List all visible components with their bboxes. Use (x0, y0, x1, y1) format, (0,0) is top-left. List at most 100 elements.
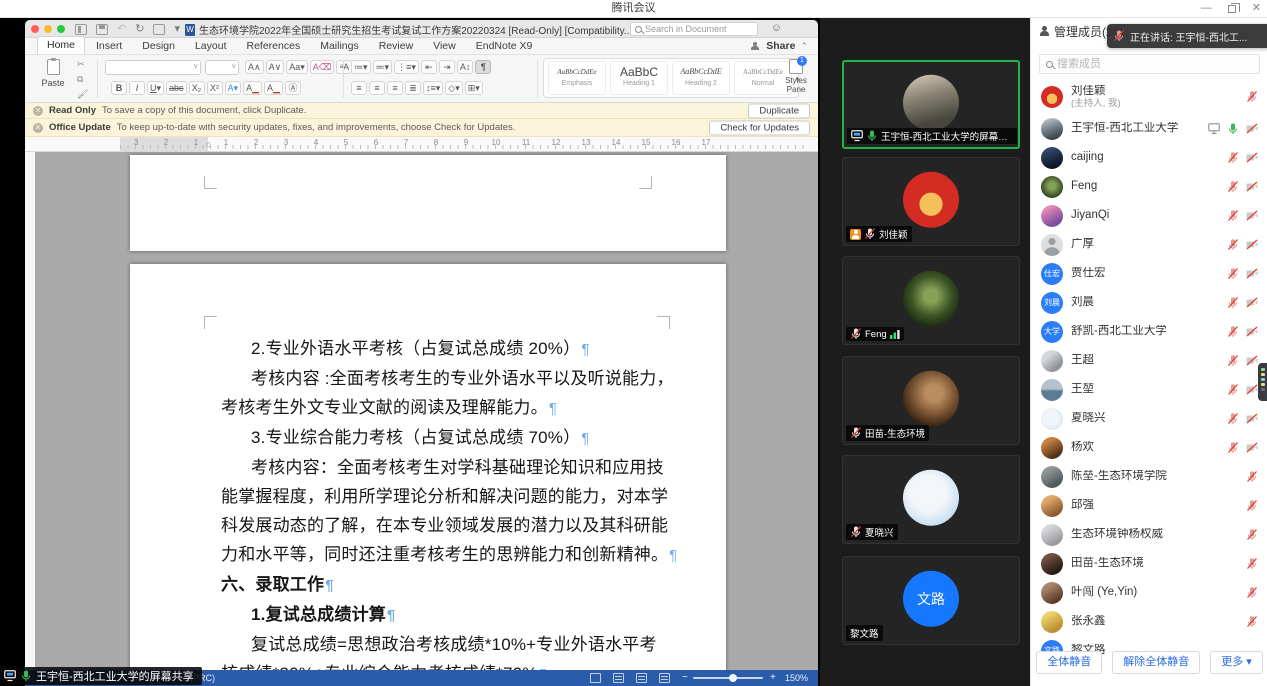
video-tile[interactable]: Feng (842, 256, 1020, 345)
restore-icon[interactable] (1228, 5, 1236, 13)
feedback-smiley-icon[interactable]: ☺ (771, 22, 782, 34)
member-row[interactable]: 大学 舒凯-西北工业大学 (1031, 317, 1267, 346)
member-row[interactable]: caijing (1031, 143, 1267, 172)
subscript-icon[interactable]: X₂ (189, 81, 205, 95)
dismiss-icon[interactable]: ✕ (33, 123, 43, 133)
superscript-icon[interactable]: X² (207, 81, 223, 95)
justify-icon[interactable]: ≣ (405, 81, 421, 95)
bullets-icon[interactable]: ≔▾ (351, 60, 371, 74)
close-icon[interactable]: ✕ (1252, 3, 1261, 14)
mic-muted-icon[interactable] (1227, 268, 1239, 280)
ribbon-tab[interactable]: Mailings (311, 38, 368, 54)
mic-muted-icon[interactable] (1227, 355, 1239, 367)
document-search-box[interactable] (630, 22, 758, 36)
borders-icon[interactable]: ⊞▾ (465, 81, 483, 95)
decrease-indent-icon[interactable]: ⇤ (421, 60, 437, 74)
style-preset[interactable]: AaBbC Heading 1 (610, 61, 668, 95)
member-row[interactable]: 仕宏 贾仕宏 (1031, 259, 1267, 288)
print-layout-view-icon[interactable] (590, 673, 601, 683)
camera-off-icon[interactable] (1246, 326, 1258, 337)
outline-view-icon[interactable] (636, 673, 647, 683)
text-effects-icon[interactable]: A▾ (225, 81, 242, 95)
ribbon-tab[interactable]: Home (37, 36, 85, 54)
collapse-ribbon-icon[interactable]: ⌃ (800, 41, 808, 52)
italic-icon[interactable]: I (129, 81, 145, 95)
camera-off-icon[interactable] (1246, 123, 1258, 134)
mic-muted-icon[interactable] (1227, 413, 1239, 425)
member-row[interactable]: 叶闯 (Ye,Yin) (1031, 578, 1267, 607)
bold-icon[interactable]: B (111, 81, 127, 95)
ribbon-tab[interactable]: Layout (186, 38, 236, 54)
grow-font-icon[interactable]: A∧ (245, 60, 264, 74)
mic-muted-icon[interactable] (1246, 558, 1258, 570)
video-tile[interactable]: 田苗-生态环境 (842, 356, 1020, 445)
mic-muted-icon[interactable] (1227, 442, 1239, 454)
dismiss-icon[interactable]: ✕ (33, 106, 43, 116)
docked-widget-handle[interactable] (1258, 363, 1267, 401)
ribbon-tab[interactable]: Design (133, 38, 184, 54)
show-paragraph-marks-icon[interactable]: ¶ (475, 60, 491, 74)
member-row[interactable]: 夏晓兴 (1031, 404, 1267, 433)
member-row[interactable]: 杨欢 (1031, 433, 1267, 462)
mic-muted-icon[interactable] (1246, 91, 1258, 103)
highlight-icon[interactable]: A▁ (243, 81, 262, 95)
document-canvas[interactable]: 2.专业外语水平考核（占复试总成绩 20%）¶ 考核内容 :全面考核考生的专业外… (35, 152, 818, 670)
member-row[interactable]: 王宇恒-西北工业大学 (1031, 114, 1267, 143)
video-tile[interactable]: 夏晓兴 (842, 455, 1020, 544)
ribbon-tab[interactable]: Insert (87, 38, 131, 54)
copy-icon[interactable]: ⧉ (77, 74, 88, 85)
mute-all-button[interactable]: 全体静音 (1036, 651, 1102, 674)
member-row[interactable]: 田苗-生态环境 (1031, 549, 1267, 578)
mic-muted-icon[interactable] (1227, 384, 1239, 396)
print-icon[interactable] (153, 24, 165, 35)
paste-button[interactable]: Paste (33, 59, 73, 88)
document-page-1[interactable] (130, 155, 726, 251)
camera-off-icon[interactable] (1246, 268, 1258, 279)
document-text[interactable]: 2.专业外语水平考核（占复试总成绩 20%）¶ 考核内容 :全面考核考生的专业外… (221, 334, 666, 670)
multilevel-list-icon[interactable]: ⋮≡▾ (394, 60, 419, 74)
cut-icon[interactable]: ✂ (77, 59, 88, 70)
camera-off-icon[interactable] (1246, 297, 1258, 308)
camera-off-icon[interactable] (1246, 210, 1258, 221)
member-row[interactable]: 王堃 (1031, 375, 1267, 404)
align-left-icon[interactable]: ≡ (351, 81, 367, 95)
mic-on-icon[interactable] (1227, 123, 1239, 135)
font-name-select[interactable] (105, 60, 201, 75)
line-spacing-icon[interactable]: ↕≡▾ (423, 81, 443, 95)
shrink-font-icon[interactable]: A∨ (266, 60, 285, 74)
video-tile[interactable]: 王宇恒-西北工业大学的屏幕共享 (842, 60, 1020, 149)
mic-muted-icon[interactable] (1246, 616, 1258, 628)
member-row[interactable]: Feng (1031, 172, 1267, 201)
styles-pane-button[interactable]: 1 Styles Pane (778, 59, 814, 94)
member-row[interactable]: 邱强 (1031, 491, 1267, 520)
member-row[interactable]: 生态环境钟杨权威 (1031, 520, 1267, 549)
enclose-characters-icon[interactable]: Ⓐ (285, 81, 301, 95)
video-tile[interactable]: 刘佳颖 (842, 157, 1020, 246)
align-center-icon[interactable]: ≡ (369, 81, 385, 95)
mic-muted-icon[interactable] (1227, 239, 1239, 251)
font-color-icon[interactable]: A▁ (264, 81, 283, 95)
font-size-select[interactable] (205, 60, 239, 75)
layout-panes-icon[interactable] (75, 24, 87, 35)
member-search-input[interactable] (1057, 58, 1253, 70)
member-row[interactable]: 刘佳颖 (主持人, 我) (1031, 80, 1267, 114)
mac-close-icon[interactable] (31, 25, 39, 33)
share-button[interactable]: Share ⌃ (751, 40, 808, 52)
more-button[interactable]: 更多 ▾ (1210, 651, 1263, 674)
zoom-out-icon[interactable]: − (682, 672, 688, 683)
member-search-box[interactable] (1039, 54, 1260, 74)
duplicate-button[interactable]: Duplicate (748, 103, 810, 118)
camera-off-icon[interactable] (1246, 413, 1258, 424)
mac-zoom-icon[interactable] (57, 25, 65, 33)
redo-icon[interactable]: ↻ (135, 24, 144, 35)
mic-muted-icon[interactable] (1227, 297, 1239, 309)
mic-muted-icon[interactable] (1246, 500, 1258, 512)
qat-customize-icon[interactable]: ▾ (174, 24, 180, 35)
search-input[interactable] (645, 24, 753, 34)
zoom-in-icon[interactable]: + (770, 672, 776, 683)
ribbon-tab[interactable]: References (238, 38, 310, 54)
ribbon-tab[interactable]: Review (370, 38, 422, 54)
check-updates-button[interactable]: Check for Updates (709, 120, 810, 135)
save-icon[interactable] (96, 24, 108, 35)
camera-off-icon[interactable] (1246, 152, 1258, 163)
